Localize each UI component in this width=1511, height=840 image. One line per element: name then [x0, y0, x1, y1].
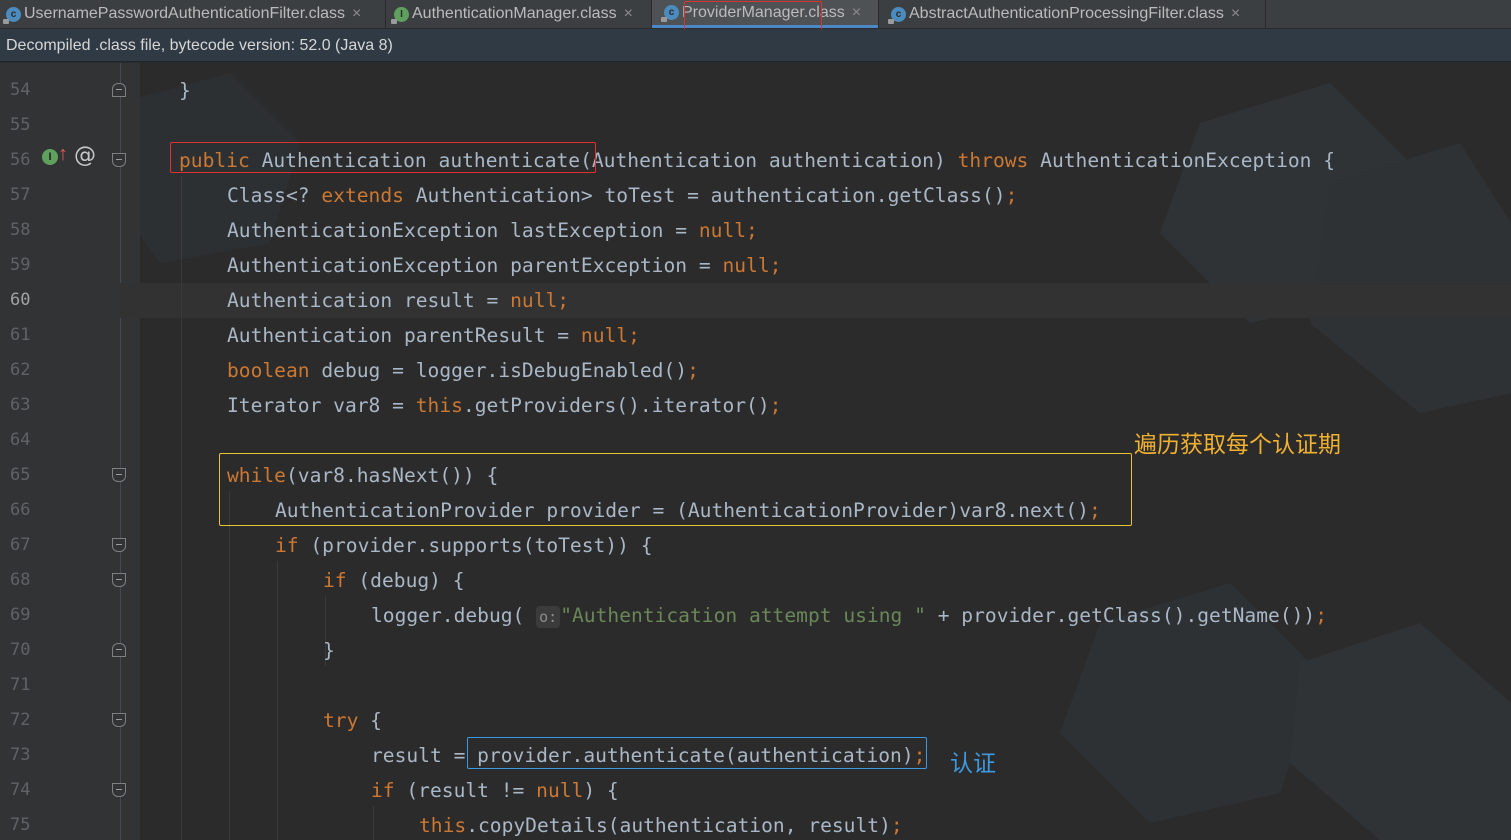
code-line-74: if (result != null) { [371, 779, 619, 802]
line-number[interactable]: 62 [10, 353, 40, 388]
class-file-icon: c [661, 5, 679, 22]
indent-guide [181, 176, 182, 840]
code-line-57: Class<? extends Authentication> toTest =… [227, 184, 1018, 207]
authenticate-call-highlight-box [467, 737, 927, 769]
code-line-69: logger.debug( o: "Authentication attempt … [371, 604, 1328, 628]
code-line-60: Authentication result = null; [227, 289, 570, 312]
line-number[interactable]: 64 [10, 423, 40, 458]
line-number[interactable]: 69 [10, 598, 40, 633]
line-number[interactable]: 57 [10, 178, 40, 213]
line-number[interactable]: 68 [10, 563, 40, 598]
interface-file-icon: I [391, 6, 409, 24]
tab-label: UsernamePasswordAuthenticationFilter.cla… [24, 5, 346, 22]
fold-marker[interactable] [112, 783, 126, 797]
line-number[interactable]: 56 [10, 143, 40, 178]
code-line-61: Authentication parentResult = null; [227, 324, 640, 347]
tab-usernamepasswordauthenticationfilter[interactable]: c UsernamePasswordAuthenticationFilter.c… [0, 0, 385, 28]
line-number[interactable]: 54 [10, 73, 40, 108]
indent-guide [373, 806, 374, 840]
close-icon[interactable]: × [852, 4, 861, 22]
code-line-75: this.copyDetails(authentication, result)… [419, 814, 903, 837]
fold-marker[interactable] [112, 538, 126, 552]
code-line-62: boolean debug = logger.isDebugEnabled(); [227, 359, 699, 382]
code-editor[interactable]: 54 55 56 57 58 59 60 61 62 63 64 65 66 67 68 69 70 71 72 73… [0, 63, 1511, 840]
provider-loop-highlight-box [219, 453, 1132, 526]
fold-marker[interactable] [112, 153, 126, 167]
line-number[interactable]: 72 [10, 703, 40, 738]
close-icon[interactable]: × [352, 5, 361, 23]
code-line-58: AuthenticationException lastException = … [227, 219, 758, 242]
fold-marker[interactable] [112, 83, 126, 97]
implements-method-icon[interactable]: I [42, 149, 58, 165]
close-icon[interactable]: × [1231, 5, 1240, 23]
line-number[interactable]: 61 [10, 318, 40, 353]
line-number[interactable]: 65 [10, 458, 40, 493]
code-line-63: Iterator var8 = this.getProviders().iter… [227, 394, 782, 417]
code-line-72: try { [323, 709, 382, 732]
fold-marker[interactable] [112, 468, 126, 482]
tab-abstractauthenticationprocessingfilter[interactable]: c AbstractAuthenticationProcessingFilter… [879, 0, 1265, 28]
line-number[interactable]: 73 [10, 738, 40, 773]
class-file-icon: c [3, 6, 21, 24]
tab-label: AuthenticationManager.class [412, 5, 617, 22]
line-number[interactable]: 58 [10, 213, 40, 248]
authenticate-annotation-note: 认证 [950, 751, 996, 777]
indent-guide [229, 491, 230, 840]
decompiled-banner: Decompiled .class file, bytecode version… [0, 29, 1511, 62]
line-number[interactable]: 67 [10, 528, 40, 563]
class-file-icon: c [888, 6, 906, 24]
fold-marker[interactable] [112, 573, 126, 587]
line-number[interactable]: 60 [10, 283, 40, 318]
code-line-68: if (debug) { [323, 569, 465, 592]
code-line-59: AuthenticationException parentException … [227, 254, 782, 277]
code-line-67: if (provider.supports(toTest)) { [275, 534, 653, 557]
tab-authenticationmanager[interactable]: I AuthenticationManager.class × [386, 0, 651, 28]
fold-marker[interactable] [112, 713, 126, 727]
line-number[interactable]: 74 [10, 773, 40, 808]
tab-label: AbstractAuthenticationProcessingFilter.c… [909, 5, 1224, 22]
fold-marker[interactable] [112, 643, 126, 657]
line-number[interactable]: 66 [10, 493, 40, 528]
line-number[interactable]: 59 [10, 248, 40, 283]
line-number[interactable]: 75 [10, 808, 40, 840]
override-arrow-icon[interactable]: ↑ [58, 143, 68, 166]
parameter-hint: o: [536, 605, 561, 628]
line-number[interactable]: 70 [10, 633, 40, 668]
line-number[interactable]: 71 [10, 668, 40, 703]
code-line-70: } [323, 639, 335, 662]
code-line-54: } [179, 79, 191, 102]
loop-annotation-note: 遍历获取每个认证期 [1134, 432, 1341, 458]
annotation-at-icon[interactable]: @ [74, 143, 96, 168]
method-signature-highlight-box [170, 142, 596, 173]
indent-guide [277, 561, 278, 840]
close-icon[interactable]: × [624, 5, 633, 23]
line-number[interactable]: 55 [10, 108, 40, 143]
line-number[interactable]: 63 [10, 388, 40, 423]
